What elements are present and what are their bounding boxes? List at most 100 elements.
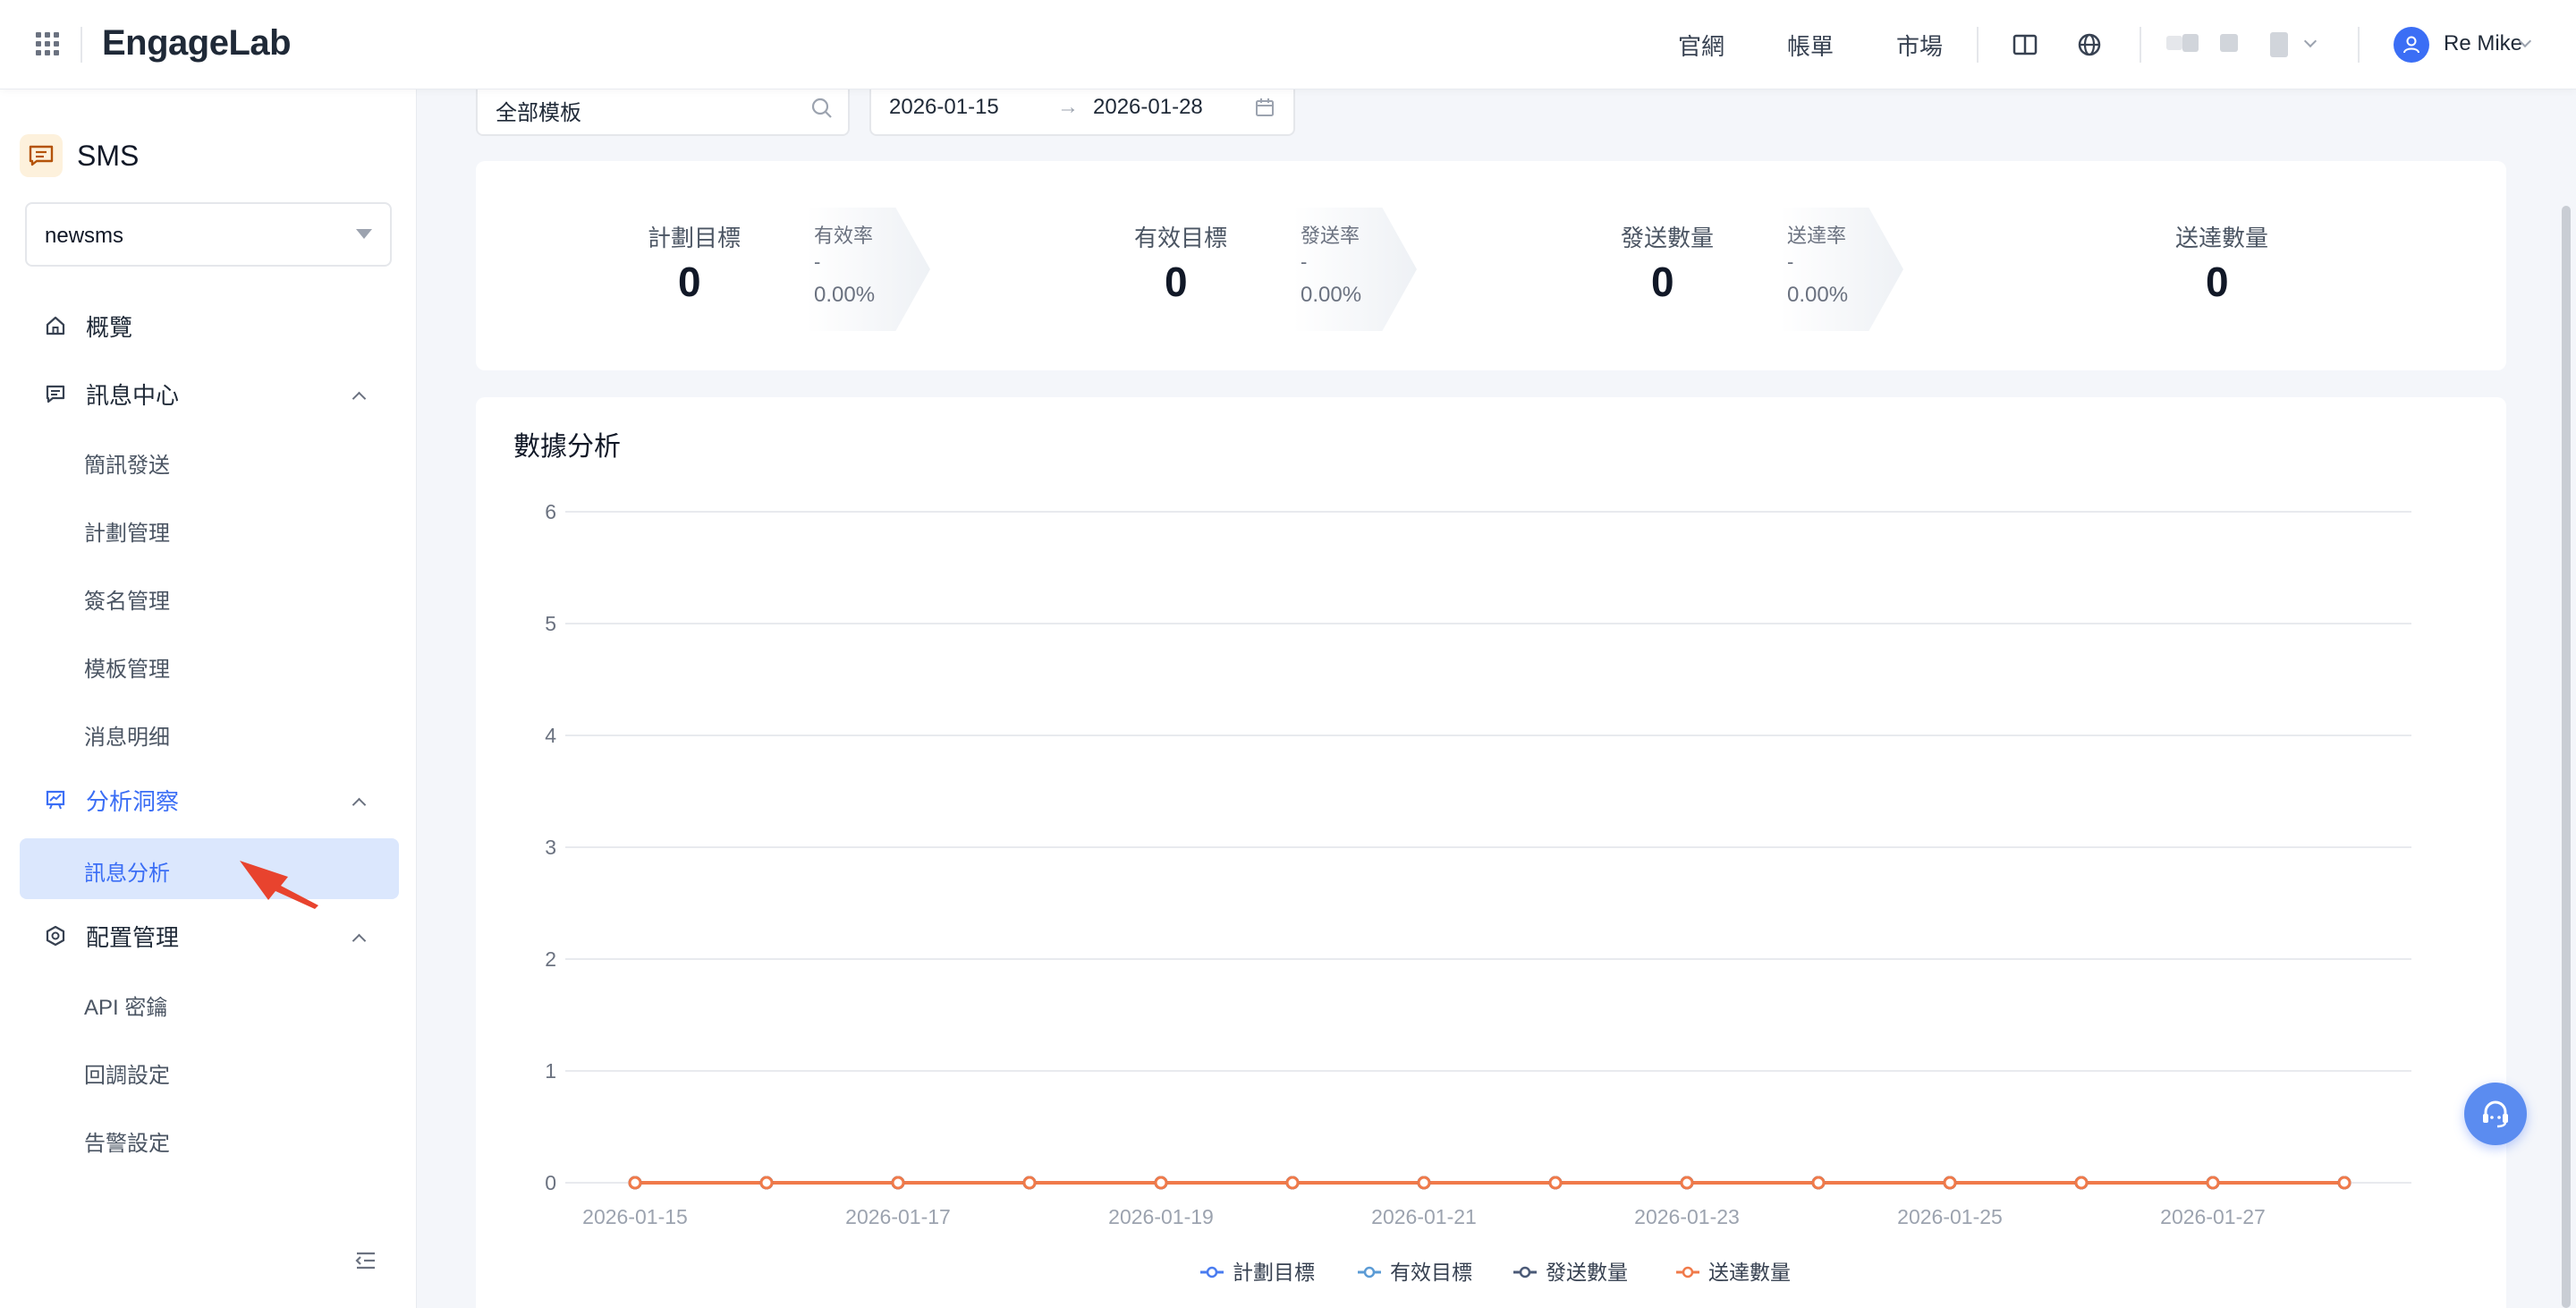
message-icon [43,381,68,406]
caret-down-icon [356,229,372,239]
rate-trend-valid: - [814,251,821,273]
collapse-sidebar-icon[interactable] [354,1249,377,1272]
page-scrollbar[interactable] [2562,206,2571,1308]
y-tick-label: 3 [545,836,556,859]
hexagon-settings-icon [43,923,68,948]
product-header: SMS [20,134,139,177]
split-view-icon[interactable] [2007,27,2043,63]
sidebar-item-label: 概覽 [86,313,133,341]
data-point [1154,1176,1168,1190]
stat-value-planned-target: 0 [678,259,701,305]
stat-label-valid-target: 有效目標 [1134,225,1228,251]
sidebar-item-api-key[interactable]: API 密鑰 [84,989,167,1021]
legend-label: 有效目標 [1390,1261,1472,1284]
template-select-value: 全部模板 [496,101,581,125]
x-tick-label: 2026-01-25 [1897,1205,2003,1228]
stat-label-sent-count: 發送數量 [1621,225,1715,251]
sidebar-item-sms-send[interactable]: 簡訊發送 [84,447,170,479]
data-point [759,1176,774,1190]
date-range-arrow: → [1057,95,1079,119]
globe-icon[interactable] [2072,27,2107,63]
divider [2140,27,2141,63]
rate-value-valid: 0.00% [814,283,876,307]
sidebar-group-message-center[interactable]: 訊息中心 [43,376,179,412]
sidebar-item-template-mgmt[interactable]: 模板管理 [84,651,170,683]
chevron-up-icon[interactable] [352,391,367,406]
data-point [1022,1176,1037,1190]
chart-card: 數據分析 0 1 2 3 4 5 6 2026-01-15 2026-01-17 2026-01-… [476,397,2506,1308]
rate-trend-delivery: - [1787,251,1794,273]
stat-label-delivered-count: 送達數量 [2175,225,2269,251]
x-tick-label: 2026-01-23 [1634,1205,1740,1228]
sidebar-item-signature-mgmt[interactable]: 簽名管理 [84,583,170,615]
sidebar-item-callback-settings[interactable]: 回調設定 [84,1057,170,1089]
search-icon [810,97,834,124]
masked-info [2166,36,2182,50]
data-point [891,1176,905,1190]
sidebar: SMS newsms 概覽 訊息中心 簡訊發送 計劃管理 簽名管理 模板管理 消… [0,89,417,1308]
rate-label-valid: 有效率 [814,225,874,247]
y-tick-label: 5 [545,612,556,635]
nav-billing[interactable]: 帳單 [1787,29,1834,62]
legend-marker [1206,1266,1218,1278]
line-chart: 0 1 2 3 4 5 6 2026-01-15 2026-01-17 2026-01-19 202… [545,500,2411,1284]
sidebar-item-message-detail[interactable]: 消息明细 [84,719,170,751]
sidebar-item-overview[interactable]: 概覽 [43,308,132,344]
data-point [1417,1176,1431,1190]
pointer-arrow-icon [240,861,318,909]
engagelab-logo[interactable]: EngageLab [102,23,292,64]
y-tick-label: 6 [545,500,556,523]
legend-label: 送達數量 [1708,1261,1791,1284]
legend-label: 發送數量 [1546,1261,1628,1284]
data-point [1811,1176,1826,1190]
chevron-up-icon[interactable] [352,797,367,812]
sidebar-item-label: 訊息中心 [86,381,180,409]
rate-value-send: 0.00% [1301,283,1362,307]
customer-support-button[interactable] [2464,1083,2527,1145]
data-point [1680,1176,1694,1190]
sidebar-item-alert-settings[interactable]: 告警設定 [84,1125,170,1157]
date-end[interactable]: 2026-01-28 [1093,95,1203,120]
x-tick-label: 2026-01-15 [582,1205,688,1228]
sms-icon [20,134,63,177]
app-select-value: newsms [45,224,124,248]
y-tick-label: 0 [545,1171,556,1194]
stats-card: 計劃目標 0 有效率 - 0.00% 有效目標 0 發送率 - 0.00% 發送… [476,161,2506,370]
stat-label-planned-target: 計劃目標 [648,225,741,251]
nav-market[interactable]: 市場 [1896,29,1943,62]
app-select[interactable]: newsms [25,202,392,267]
rate-trend-send: - [1301,251,1308,273]
stat-value-sent-count: 0 [1651,259,1674,305]
data-point [2337,1176,2351,1190]
chevron-down-icon[interactable] [2303,34,2318,48]
sidebar-group-config[interactable]: 配置管理 [43,918,179,954]
nav-official-site[interactable]: 官網 [1678,29,1724,62]
sidebar-item-label: 配置管理 [86,923,180,951]
user-avatar[interactable] [2394,27,2429,63]
masked-info [2182,34,2199,52]
stat-value-valid-target: 0 [1165,259,1188,305]
data-point [628,1176,642,1190]
chevron-up-icon[interactable] [352,933,367,948]
y-tick-label: 4 [545,724,556,747]
date-start[interactable]: 2026-01-15 [889,95,999,120]
legend-marker [1519,1266,1531,1278]
app-grid-icon[interactable] [36,32,59,55]
data-point [1548,1176,1563,1190]
data-point [1943,1176,1957,1190]
divider [80,27,82,63]
product-title: SMS [77,139,140,172]
headset-icon [2483,1100,2508,1128]
user-name[interactable]: Re Mike [2444,31,2522,56]
x-tick-label: 2026-01-19 [1108,1205,1214,1228]
divider [1977,27,1979,63]
legend-marker [1682,1266,1694,1278]
masked-info [2220,34,2238,52]
sidebar-item-message-analysis[interactable]: 訊息分析 [84,855,170,887]
y-tick-label: 1 [545,1059,556,1083]
sidebar-group-analytics[interactable]: 分析洞察 [43,782,179,818]
masked-org-selector[interactable] [2270,32,2288,57]
data-point [1285,1176,1300,1190]
legend-label: 計劃目標 [1233,1261,1315,1284]
sidebar-item-plan-mgmt[interactable]: 計劃管理 [84,515,170,547]
